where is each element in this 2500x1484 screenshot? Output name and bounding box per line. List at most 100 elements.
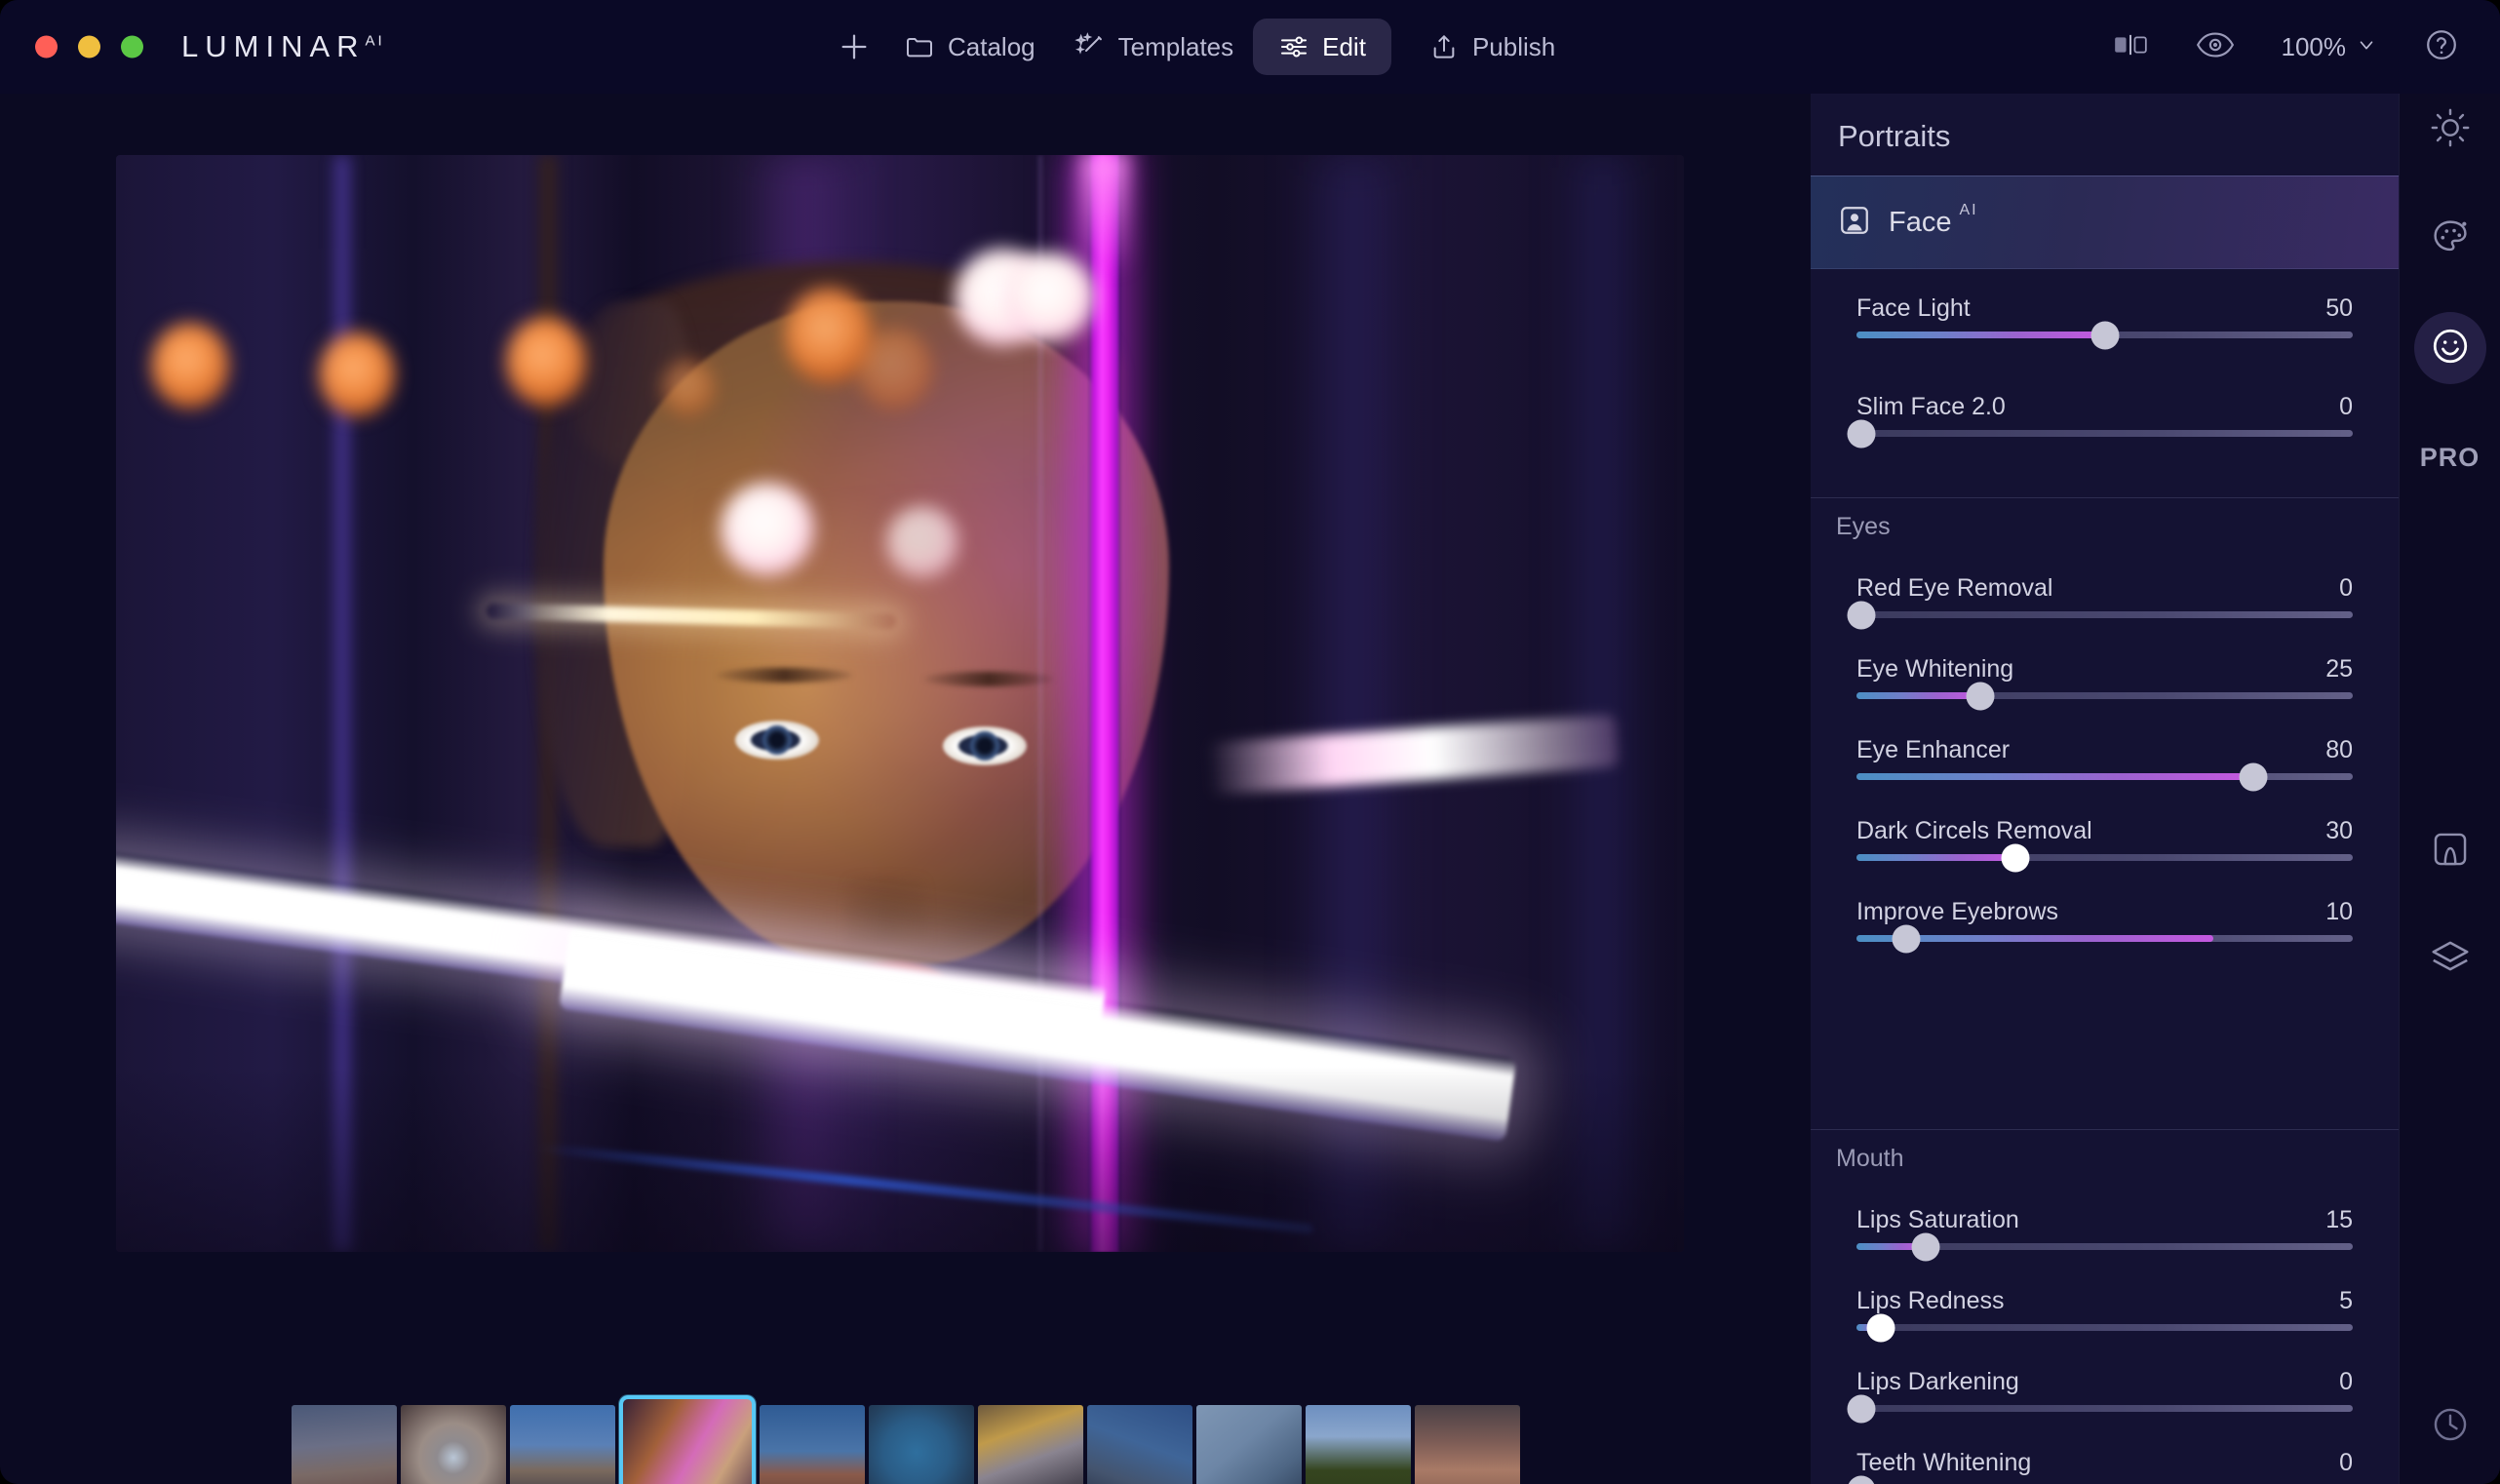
adjustments-panel: Portraits Face AI Face Light 50 Slim Fac… [1811, 94, 2399, 1484]
tool-rail-item-essentials[interactable] [2414, 94, 2486, 166]
tool-rail-item-pro[interactable]: PRO [2414, 421, 2486, 493]
filmstrip-thumbnail-selected[interactable] [618, 1395, 756, 1484]
canvas-area [0, 94, 1811, 1484]
filmstrip-thumbnail[interactable] [291, 1405, 397, 1484]
nav-add-button[interactable] [824, 19, 884, 75]
nav-label-templates: Templates [1117, 31, 1234, 61]
filmstrip-thumbnail[interactable] [759, 1405, 865, 1484]
app-logo: LUMINARAI [181, 29, 385, 64]
nav-item-catalog[interactable]: Catalog [884, 20, 1055, 74]
slider-track[interactable] [1847, 419, 2353, 448]
slider-value: 0 [2339, 1449, 2353, 1476]
slider-handle[interactable] [2090, 321, 2119, 349]
slider-handle[interactable] [1847, 419, 1876, 448]
slider-track[interactable] [1856, 762, 2353, 791]
slider-row[interactable]: Face Light 50 [1811, 294, 2399, 349]
filmstrip-thumbnail[interactable] [400, 1405, 506, 1484]
luminar-app-window: LUMINARAI Catalog Templates Edit Publish… [0, 0, 2500, 1484]
tool-rail-item-history[interactable] [2414, 1390, 2486, 1463]
app-suffix: AI [365, 32, 385, 50]
filmstrip-thumbnail[interactable] [1086, 1405, 1192, 1484]
slider-value: 25 [2325, 655, 2353, 683]
nav-item-templates[interactable]: Templates [1055, 20, 1254, 74]
nav-item-edit[interactable]: Edit [1253, 19, 1391, 75]
filmstrip-thumbnail[interactable] [1305, 1405, 1411, 1484]
filmstrip-thumbnail[interactable] [1195, 1405, 1302, 1484]
slider-track[interactable] [1847, 601, 2353, 629]
slider-fill [1856, 854, 2015, 861]
slider-handle[interactable] [1866, 1313, 1895, 1342]
filmstrip-thumbnail[interactable] [1414, 1405, 1520, 1484]
slider-track[interactable] [1856, 924, 2353, 953]
slider-label: Lips Redness [1856, 1287, 2005, 1314]
slider-row[interactable]: Dark Circels Removal 30 [1811, 817, 2399, 872]
slider-row[interactable]: Lips Saturation 15 [1811, 1206, 2399, 1261]
slider-track[interactable] [1856, 1232, 2353, 1261]
tool-card-face[interactable]: Face AI [1811, 176, 2399, 269]
slider-handle[interactable] [1847, 601, 1876, 629]
slider-row[interactable]: Eye Whitening 25 [1811, 655, 2399, 710]
zoom-button[interactable] [121, 35, 143, 59]
slider-handle[interactable] [2001, 843, 2030, 872]
slider-row[interactable]: Red Eye Removal 0 [1811, 574, 2399, 629]
slider-row[interactable]: Slim Face 2.0 0 [1811, 393, 2399, 448]
slider-label: Lips Darkening [1856, 1368, 2019, 1395]
slider-handle[interactable] [2239, 762, 2268, 791]
slider-handle[interactable] [1847, 1394, 1876, 1423]
palette-icon [2430, 216, 2471, 262]
slider-group-face: Face Light 50 Slim Face 2.0 0 [1811, 294, 2399, 448]
slider-value: 0 [2339, 574, 2353, 602]
photo-subject-eyebrow-right [923, 672, 1054, 686]
photo-neon-bar-highlight [1081, 155, 1128, 268]
slider-value: 15 [2325, 1206, 2353, 1233]
question-circle-icon[interactable] [2424, 27, 2459, 67]
minimize-button[interactable] [78, 35, 100, 59]
slider-track[interactable] [1856, 321, 2353, 349]
canvas-icon [2430, 829, 2471, 875]
filmstrip-thumbnail[interactable] [868, 1405, 974, 1484]
photo-subject-eyebrow-left [716, 668, 852, 683]
close-button[interactable] [35, 35, 58, 59]
slider-label: Red Eye Removal [1856, 574, 2053, 602]
slider-value: 30 [2325, 817, 2353, 844]
zoom-level-control[interactable]: 100% [2282, 32, 2378, 62]
smiley-icon [2429, 325, 2472, 372]
slider-group-eyes: Eyes Red Eye Removal 0 Eye Whitening 25 [1811, 513, 2399, 953]
tool-rail-item-layers[interactable] [2414, 924, 2486, 996]
filmstrip-thumbnail[interactable] [977, 1405, 1083, 1484]
slider-track[interactable] [1856, 1313, 2353, 1342]
eye-icon[interactable] [2196, 29, 2235, 65]
slider-group-mouth: Mouth Lips Saturation 15 Lips Redness 5 [1811, 1145, 2399, 1484]
slider-row[interactable]: Improve Eyebrows 10 [1811, 898, 2399, 953]
slider-row[interactable]: Lips Redness 5 [1811, 1287, 2399, 1342]
panel-divider [1811, 497, 2399, 498]
slider-row[interactable]: Teeth Whitening 0 [1811, 1449, 2399, 1484]
slider-row[interactable]: Lips Darkening 0 [1811, 1368, 2399, 1423]
tool-rail: PRO [2399, 94, 2500, 1484]
slider-group-title: Eyes [1836, 513, 1891, 540]
slider-handle[interactable] [1892, 924, 1921, 953]
window-controls [35, 35, 143, 59]
filmstrip-thumbnail[interactable] [509, 1405, 615, 1484]
slider-row[interactable]: Eye Enhancer 80 [1811, 736, 2399, 791]
slider-fill [1856, 773, 2254, 780]
sun-icon [2430, 107, 2471, 153]
tool-rail-item-portrait[interactable] [2413, 312, 2486, 384]
tool-rail-item-canvas[interactable] [2414, 815, 2486, 887]
pro-label: PRO [2419, 442, 2480, 472]
tool-rail-item-creative[interactable] [2414, 203, 2486, 275]
clock-icon [2430, 1404, 2471, 1450]
photo-subject-eye-left [735, 721, 819, 760]
slider-handle[interactable] [1911, 1232, 1940, 1261]
slider-track[interactable] [1856, 682, 2353, 710]
slider-track[interactable] [1847, 1394, 2353, 1423]
slider-handle[interactable] [1966, 682, 1995, 710]
before-after-icon[interactable] [2112, 29, 2149, 65]
panel-divider [1811, 1129, 2399, 1130]
nav-item-publish[interactable]: Publish [1409, 20, 1575, 74]
slider-value: 0 [2339, 1368, 2353, 1395]
slider-value: 0 [2339, 393, 2353, 420]
slider-fill [1856, 332, 2105, 338]
photo-preview[interactable] [116, 155, 1684, 1252]
slider-track[interactable] [1856, 843, 2353, 872]
